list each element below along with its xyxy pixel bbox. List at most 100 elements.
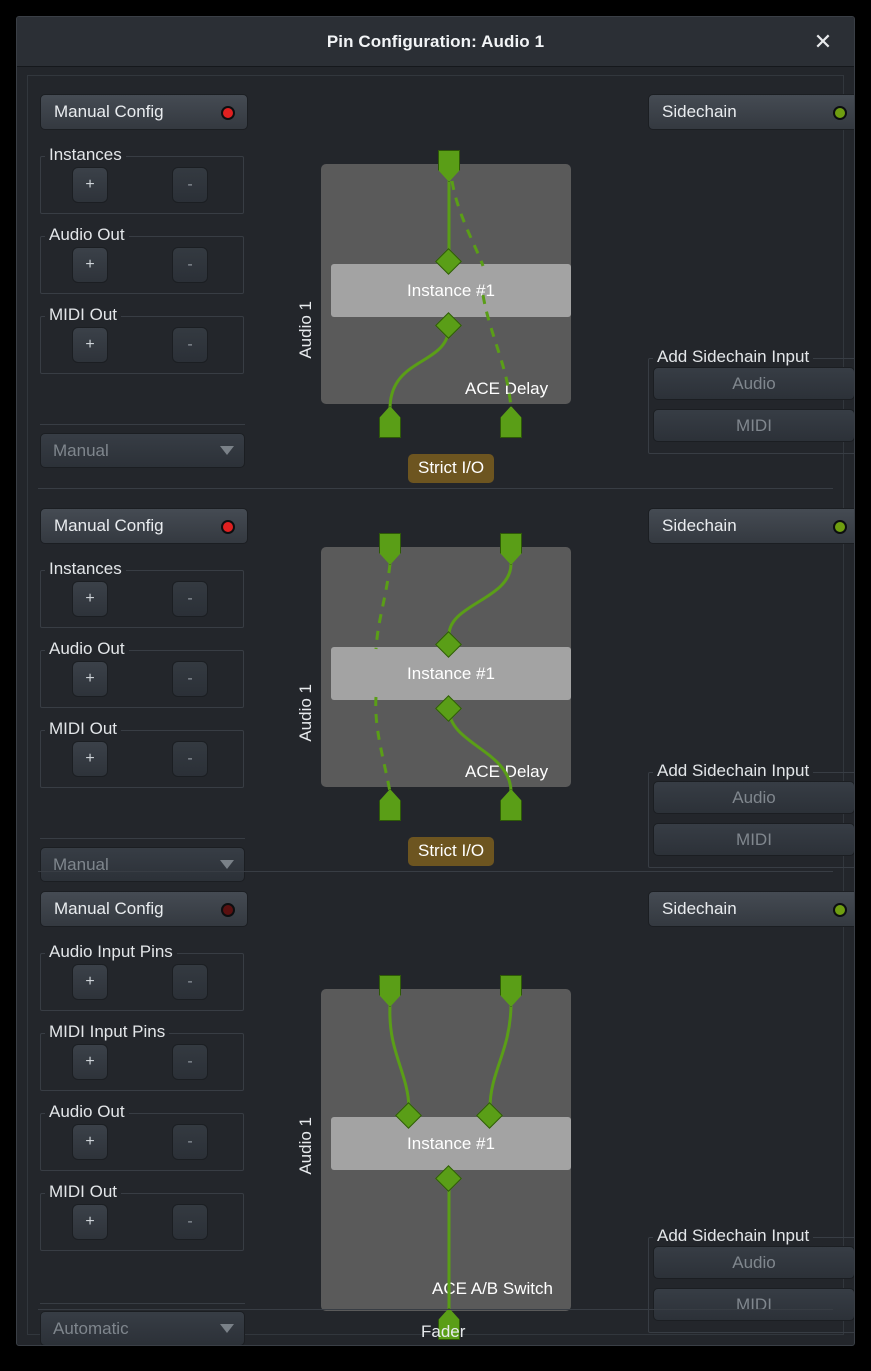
- output-pin-2-1[interactable]: [379, 789, 401, 821]
- audio-input-pins-minus-3[interactable]: -: [172, 964, 208, 1000]
- graph-side-label-2: Audio 1: [296, 684, 315, 742]
- sidechain-led-1: [833, 106, 847, 120]
- close-icon[interactable]: ✕: [810, 29, 836, 55]
- pin-section-2: Manual Config Instances + - Audio Out + …: [28, 489, 854, 882]
- section-2-left-controls: Manual Config Instances + - Audio Out + …: [40, 508, 270, 882]
- midi-out-minus-3[interactable]: -: [172, 1204, 208, 1240]
- sidechain-button-3[interactable]: Sidechain: [648, 891, 854, 927]
- add-sidechain-midi-1[interactable]: MIDI: [653, 409, 854, 442]
- strict-io-badge-1[interactable]: Strict I/O: [408, 454, 495, 483]
- sidechain-label: Sidechain: [662, 516, 737, 535]
- midi-out-minus-1[interactable]: -: [172, 327, 208, 363]
- chevron-down-icon: [220, 446, 234, 455]
- manual-config-button-1[interactable]: Manual Config: [40, 94, 248, 130]
- midi-out-plus-1[interactable]: +: [72, 327, 108, 363]
- audio-out-plus-3[interactable]: +: [72, 1124, 108, 1160]
- group-label: MIDI Out: [45, 719, 122, 739]
- output-pin-1-2[interactable]: [500, 406, 522, 438]
- group-audio-out-3: Audio Out + -: [40, 1102, 244, 1171]
- instance-label: Instance #1: [407, 1134, 495, 1153]
- midi-out-minus-2[interactable]: -: [172, 741, 208, 777]
- group-label: Audio Out: [45, 1102, 129, 1122]
- manual-config-label: Manual Config: [54, 516, 164, 535]
- config-mode-select-1[interactable]: Manual: [40, 433, 245, 468]
- group-label: Instances: [45, 145, 126, 165]
- window-titlebar: Pin Configuration: Audio 1 ✕: [17, 17, 854, 67]
- sidechain-label: Sidechain: [662, 102, 737, 121]
- group-label: MIDI Out: [45, 1182, 122, 1202]
- add-sidechain-midi-3[interactable]: MIDI: [653, 1288, 854, 1321]
- footer-label: Fader: [421, 1322, 466, 1341]
- group-label: Audio Out: [45, 225, 129, 245]
- graph-side-label-1: Audio 1: [296, 301, 315, 359]
- group-label: Instances: [45, 559, 126, 579]
- audio-out-plus-2[interactable]: +: [72, 661, 108, 697]
- plugin-name-3: ACE A/B Switch: [432, 1279, 553, 1298]
- audio-out-minus-3[interactable]: -: [172, 1124, 208, 1160]
- pin-configuration-window: Pin Configuration: Audio 1 ✕ Manual Conf…: [16, 16, 855, 1346]
- midi-out-plus-3[interactable]: +: [72, 1204, 108, 1240]
- section-3-left-controls: Manual Config Audio Input Pins + - MIDI …: [40, 891, 270, 1345]
- output-pin-1-1[interactable]: [379, 406, 401, 438]
- add-sidechain-midi-2[interactable]: MIDI: [653, 823, 854, 856]
- group-label: MIDI Input Pins: [45, 1022, 170, 1042]
- output-pin-2-2[interactable]: [500, 789, 522, 821]
- plugin-name-1: ACE Delay: [465, 379, 549, 398]
- group-audio-out-1: Audio Out + -: [40, 225, 244, 294]
- group-audio-input-pins-3: Audio Input Pins + -: [40, 942, 244, 1011]
- window-body: Manual Config Instances + - Audio Out + …: [27, 75, 854, 1345]
- audio-input-pins-plus-3[interactable]: +: [72, 964, 108, 1000]
- instances-minus-1[interactable]: -: [172, 167, 208, 203]
- midi-out-plus-2[interactable]: +: [72, 741, 108, 777]
- add-sidechain-audio-2[interactable]: Audio: [653, 781, 854, 814]
- config-mode-value: Manual: [53, 441, 109, 460]
- config-mode-select-3[interactable]: Automatic: [40, 1311, 245, 1345]
- audio-out-minus-2[interactable]: -: [172, 661, 208, 697]
- section-2-right-controls: Sidechain Add Sidechain Input Audio MIDI: [648, 508, 854, 868]
- sidechain-led-2: [833, 520, 847, 534]
- graph-side-label-3: Audio 1: [296, 1117, 315, 1175]
- instance-label: Instance #1: [407, 281, 495, 300]
- audio-out-minus-1[interactable]: -: [172, 247, 208, 283]
- add-sidechain-group-2: Add Sidechain Input Audio MIDI: [648, 761, 854, 868]
- sidechain-button-2[interactable]: Sidechain: [648, 508, 854, 544]
- left-divider-1: [40, 424, 245, 425]
- group-label: MIDI Out: [45, 305, 122, 325]
- add-sidechain-label: Add Sidechain Input: [653, 347, 814, 367]
- strict-io-badge-2[interactable]: Strict I/O: [408, 837, 495, 866]
- plugin-name-2: ACE Delay: [465, 762, 549, 781]
- sidechain-led-3: [833, 903, 847, 917]
- pin-section-1: Manual Config Instances + - Audio Out + …: [28, 76, 854, 489]
- instances-plus-2[interactable]: +: [72, 581, 108, 617]
- add-sidechain-label: Add Sidechain Input: [653, 761, 814, 781]
- sidechain-button-1[interactable]: Sidechain: [648, 94, 854, 130]
- instance-label: Instance #1: [407, 664, 495, 683]
- section-3-right-controls: Sidechain Add Sidechain Input Audio MIDI: [648, 891, 854, 1333]
- group-audio-out-2: Audio Out + -: [40, 639, 244, 708]
- audio-out-plus-1[interactable]: +: [72, 247, 108, 283]
- manual-config-button-3[interactable]: Manual Config: [40, 891, 248, 927]
- chevron-down-icon: [220, 1324, 234, 1333]
- manual-config-button-2[interactable]: Manual Config: [40, 508, 248, 544]
- pin-section-3: Manual Config Audio Input Pins + - MIDI …: [28, 872, 854, 1345]
- midi-input-pins-minus-3[interactable]: -: [172, 1044, 208, 1080]
- manual-config-led-1: [221, 106, 235, 120]
- screen: Pin Configuration: Audio 1 ✕ Manual Conf…: [0, 0, 871, 1371]
- manual-config-label: Manual Config: [54, 899, 164, 918]
- add-sidechain-audio-3[interactable]: Audio: [653, 1246, 854, 1279]
- add-sidechain-label: Add Sidechain Input: [653, 1226, 814, 1246]
- section-divider-3: [38, 1309, 833, 1310]
- chevron-down-icon: [220, 860, 234, 869]
- instances-minus-2[interactable]: -: [172, 581, 208, 617]
- add-sidechain-audio-1[interactable]: Audio: [653, 367, 854, 400]
- midi-input-pins-plus-3[interactable]: +: [72, 1044, 108, 1080]
- left-divider-2: [40, 838, 245, 839]
- add-sidechain-group-1: Add Sidechain Input Audio MIDI: [648, 347, 854, 454]
- group-instances-1: Instances + -: [40, 145, 244, 214]
- window-title: Pin Configuration: Audio 1: [326, 32, 545, 51]
- instances-plus-1[interactable]: +: [72, 167, 108, 203]
- sidechain-label: Sidechain: [662, 899, 737, 918]
- instance-bar-3: Instance #1: [331, 1117, 571, 1170]
- section-1-left-controls: Manual Config Instances + - Audio Out + …: [40, 94, 270, 468]
- manual-config-label: Manual Config: [54, 102, 164, 121]
